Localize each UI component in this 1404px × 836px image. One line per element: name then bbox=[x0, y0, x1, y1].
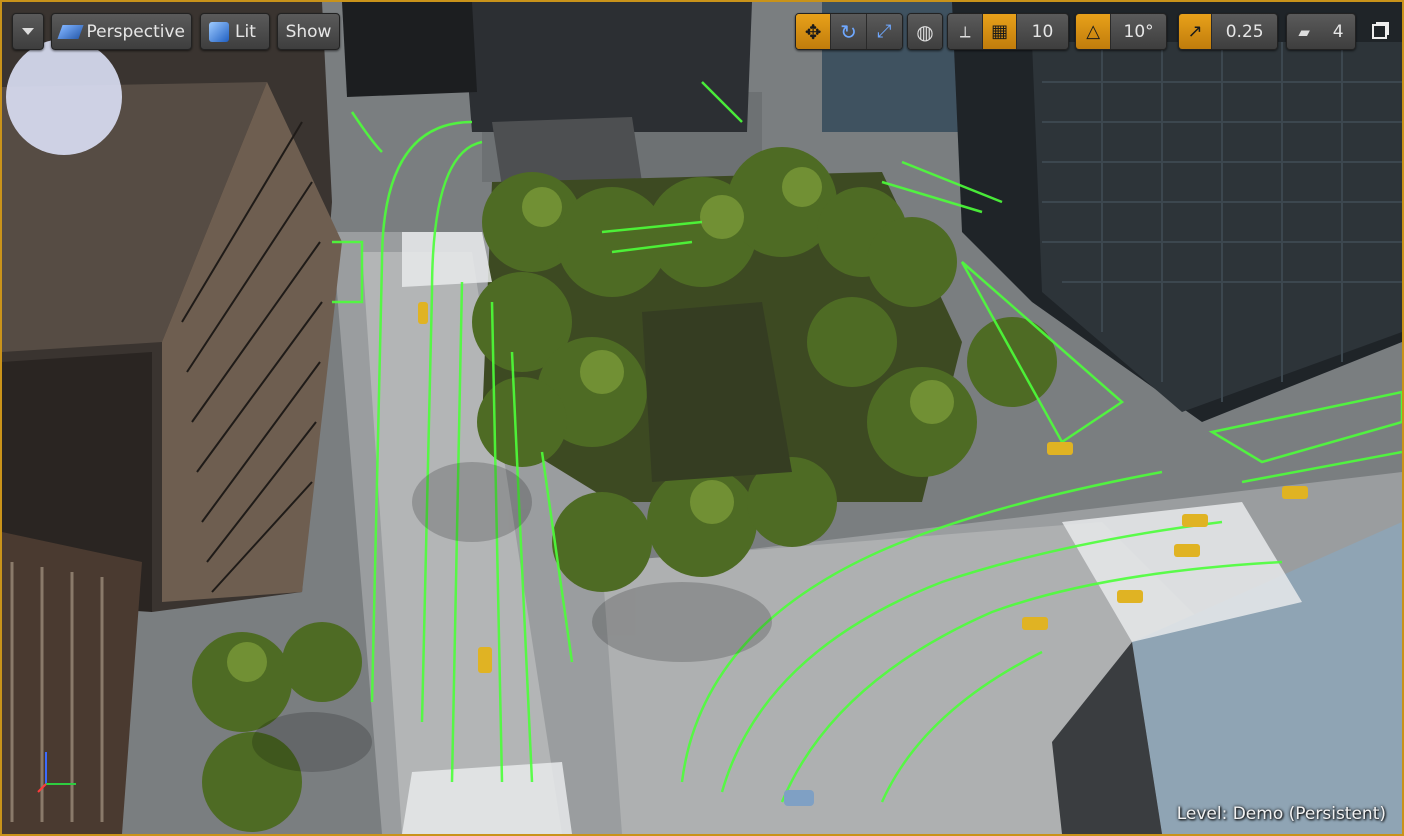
coordinate-system: ◍ bbox=[907, 13, 943, 50]
lit-cube-icon bbox=[209, 21, 229, 42]
move-arrows-icon: ✥ bbox=[804, 19, 822, 44]
scale-snap-group: ↗ 0.25 bbox=[1178, 13, 1278, 50]
scale-tool[interactable]: ⤢ bbox=[866, 14, 902, 49]
rotation-snap-group: △ 10° bbox=[1075, 13, 1167, 50]
scale-arrow-icon: ↗ bbox=[1187, 21, 1203, 42]
surface-snap-toggle[interactable]: ⟂ bbox=[948, 14, 984, 49]
perspective-icon bbox=[57, 24, 84, 39]
translate-tool[interactable]: ✥ bbox=[796, 14, 832, 49]
chevron-down-icon bbox=[22, 28, 34, 35]
lit-label: Lit bbox=[235, 21, 256, 42]
grid-snap-toggle[interactable]: ▦ bbox=[983, 14, 1017, 49]
grid-snap-value[interactable]: 10 bbox=[1016, 14, 1068, 49]
editor-viewport[interactable]: Perspective Lit Show ✥ ↻ ⤢ ◍ ⟂ ▦ 10 △ 10… bbox=[0, 0, 1404, 836]
level-indicator: Level: Demo (Persistent) bbox=[1177, 804, 1386, 824]
scale-icon: ⤢ bbox=[877, 21, 892, 42]
building-top-center bbox=[462, 2, 752, 132]
perspective-label: Perspective bbox=[86, 21, 185, 42]
blue-car bbox=[784, 790, 814, 806]
maximize-viewport-button[interactable] bbox=[1364, 13, 1394, 50]
camera-speed-button[interactable]: ▰ 4 bbox=[1287, 14, 1355, 49]
scale-snap-value-label: 0.25 bbox=[1225, 21, 1264, 42]
viewport-options-button[interactable] bbox=[12, 13, 44, 50]
rotation-snap-value[interactable]: 10° bbox=[1111, 14, 1166, 49]
world-space-toggle[interactable]: ◍ bbox=[908, 14, 942, 49]
level-name: Demo (Persistent) bbox=[1232, 804, 1386, 824]
show-label: Show bbox=[285, 21, 332, 42]
scale-snap-value[interactable]: 0.25 bbox=[1212, 14, 1277, 49]
grid-icon: ▦ bbox=[991, 21, 1009, 42]
level-label: Level: bbox=[1176, 804, 1228, 824]
grid-snap-value-label: 10 bbox=[1031, 21, 1054, 42]
building-top-left bbox=[342, 2, 477, 97]
axis-gizmo bbox=[37, 752, 76, 793]
scene-render[interactable] bbox=[2, 2, 1402, 834]
globe-icon: ◍ bbox=[916, 19, 934, 44]
rotation-snap-value-label: 10° bbox=[1123, 21, 1154, 42]
camera-speed-group[interactable]: ▰ 4 bbox=[1286, 13, 1356, 50]
camera-icon: ▰ bbox=[1298, 22, 1310, 41]
rotate-icon: ↻ bbox=[840, 19, 857, 44]
sky-sphere bbox=[6, 39, 122, 155]
maximize-icon bbox=[1371, 24, 1387, 39]
view-mode-button[interactable]: Lit bbox=[200, 13, 270, 50]
camera-speed-value-label: 4 bbox=[1332, 21, 1344, 42]
surface-snap-icon: ⟂ bbox=[959, 21, 971, 41]
angle-icon: △ bbox=[1086, 21, 1101, 42]
show-button[interactable]: Show bbox=[277, 13, 340, 50]
rotation-snap-toggle[interactable]: △ bbox=[1076, 14, 1112, 49]
rotate-tool[interactable]: ↻ bbox=[831, 14, 867, 49]
perspective-button[interactable]: Perspective bbox=[51, 13, 192, 50]
scale-snap-toggle[interactable]: ↗ bbox=[1179, 14, 1213, 49]
grid-snap-group: ⟂ ▦ 10 bbox=[947, 13, 1069, 50]
transform-tools: ✥ ↻ ⤢ bbox=[795, 13, 903, 50]
